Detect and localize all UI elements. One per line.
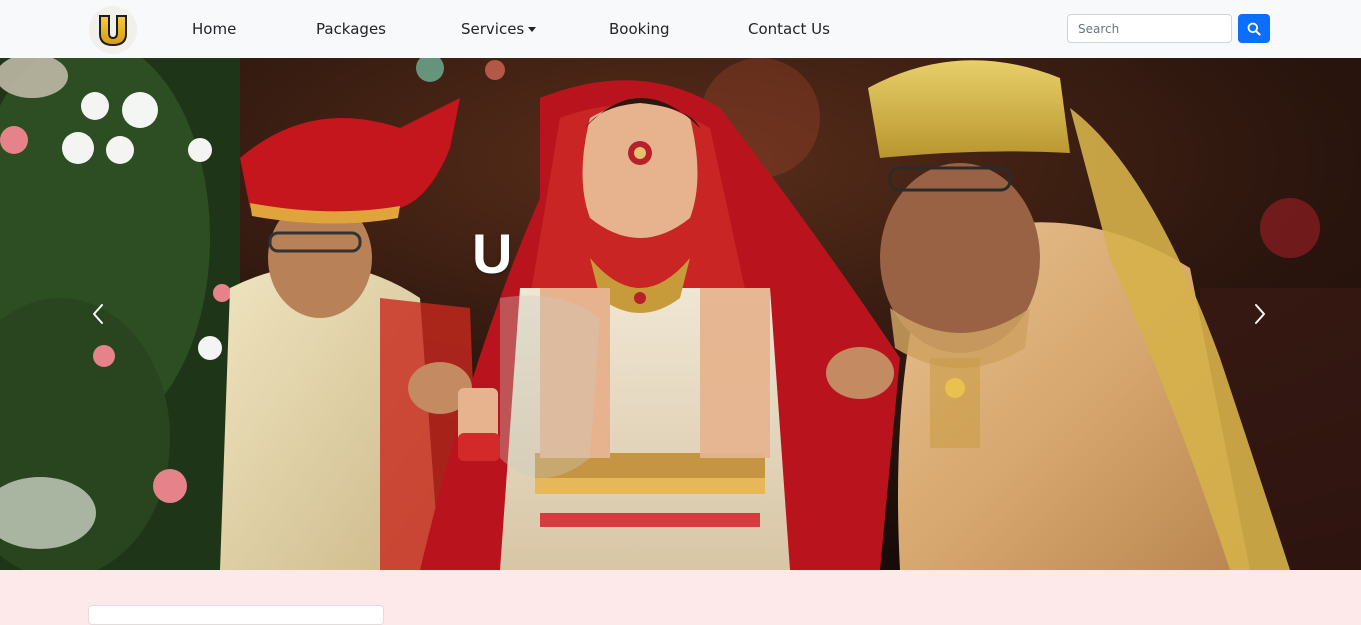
search-button[interactable] bbox=[1238, 14, 1270, 43]
navbar: Home Packages Services Booking Contact U… bbox=[0, 0, 1361, 58]
content-section bbox=[0, 570, 1361, 625]
nav-links: Home Packages Services Booking Contact U… bbox=[0, 0, 1000, 58]
nav-link-services-dropdown[interactable]: Services bbox=[461, 0, 537, 58]
hero-caption: U bbox=[472, 222, 513, 285]
nav-link-home[interactable]: Home bbox=[192, 0, 236, 58]
nav-link-contact-us[interactable]: Contact Us bbox=[748, 0, 830, 58]
nav-link-booking[interactable]: Booking bbox=[609, 0, 670, 58]
hero-carousel: U bbox=[0, 58, 1361, 570]
chevron-right-icon bbox=[1255, 304, 1265, 324]
chevron-left-icon bbox=[93, 304, 103, 324]
hero-wedding-photo bbox=[0, 58, 1361, 570]
nav-link-packages[interactable]: Packages bbox=[316, 0, 386, 58]
carousel-next-button[interactable] bbox=[1240, 288, 1280, 340]
carousel-prev-button[interactable] bbox=[78, 288, 118, 340]
search-input[interactable] bbox=[1067, 14, 1232, 43]
caret-down-icon bbox=[528, 27, 537, 32]
search-icon bbox=[1247, 22, 1261, 36]
content-card bbox=[88, 605, 384, 625]
